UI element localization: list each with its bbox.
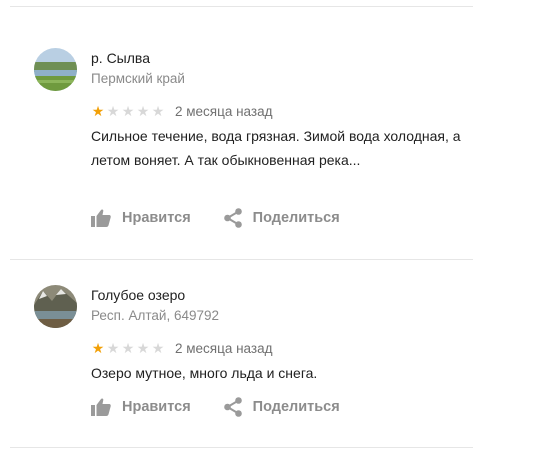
review-actions: Нравится Поделиться [91, 397, 340, 417]
like-label: Нравится [122, 210, 191, 226]
divider-middle [10, 259, 473, 260]
review-date: 2 месяца назад [175, 340, 273, 356]
avatar[interactable] [34, 285, 77, 328]
star-icon: ★ [136, 103, 150, 119]
thumb-up-icon [91, 209, 111, 227]
review-text: Озеро мутное, много льда и снега. [91, 365, 318, 381]
divider-bottom [10, 447, 473, 448]
star-rating: ★ ★ ★ ★ ★ [91, 104, 166, 118]
review-card: р. Сылва Пермский край ★ ★ ★ ★ ★ 2 месяц… [34, 48, 474, 238]
like-button[interactable]: Нравится [91, 209, 191, 227]
avatar[interactable] [34, 48, 77, 91]
thumb-up-icon [91, 398, 111, 416]
review-text: Сильное течение, вода грязная. Зимой вод… [91, 128, 461, 168]
place-name[interactable]: Голубое озеро [91, 287, 185, 303]
share-button[interactable]: Поделиться [223, 397, 340, 417]
star-icon: ★ [151, 340, 165, 356]
star-icon: ★ [151, 103, 165, 119]
place-region: Пермский край [91, 71, 185, 86]
rating-row: ★ ★ ★ ★ ★ 2 месяца назад [91, 103, 273, 119]
share-icon [223, 208, 242, 228]
star-icon: ★ [136, 340, 150, 356]
place-region: Респ. Алтай, 649792 [91, 308, 219, 323]
review-date: 2 месяца назад [175, 103, 273, 119]
rating-row: ★ ★ ★ ★ ★ 2 месяца назад [91, 340, 273, 356]
star-icon: ★ [106, 340, 120, 356]
like-label: Нравится [122, 399, 191, 415]
divider-top [10, 6, 473, 7]
share-label: Поделиться [252, 399, 340, 415]
share-icon [223, 397, 242, 417]
star-icon: ★ [106, 103, 120, 119]
share-label: Поделиться [252, 210, 340, 226]
like-button[interactable]: Нравится [91, 398, 191, 416]
star-icon: ★ [121, 103, 135, 119]
star-icon: ★ [91, 103, 105, 119]
place-name[interactable]: р. Сылва [91, 50, 150, 66]
star-icon: ★ [91, 340, 105, 356]
review-actions: Нравится Поделиться [91, 208, 340, 228]
review-card: Голубое озеро Респ. Алтай, 649792 ★ ★ ★ … [34, 285, 474, 425]
share-button[interactable]: Поделиться [223, 208, 340, 228]
star-rating: ★ ★ ★ ★ ★ [91, 341, 166, 355]
star-icon: ★ [121, 340, 135, 356]
